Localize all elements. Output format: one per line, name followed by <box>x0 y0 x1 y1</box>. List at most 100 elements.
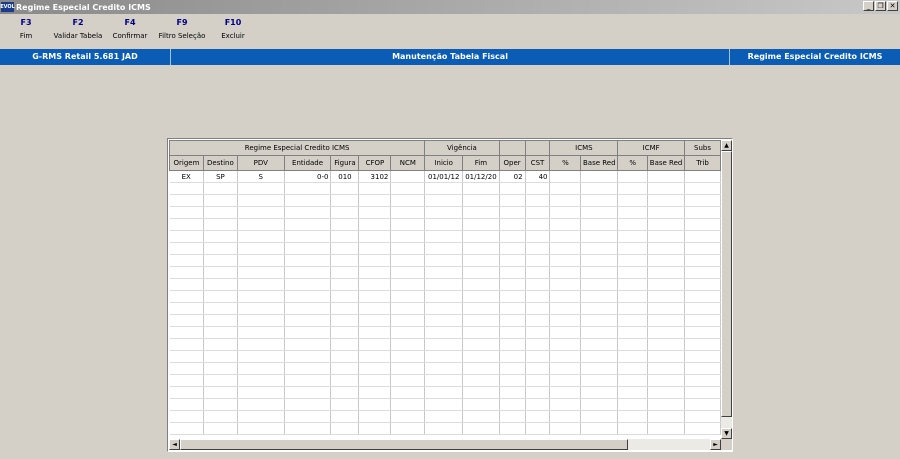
table-cell[interactable] <box>462 374 500 387</box>
horizontal-scroll-thumb[interactable] <box>180 439 628 450</box>
table-cell[interactable] <box>499 350 526 363</box>
table-cell[interactable] <box>499 278 526 291</box>
table-cell[interactable] <box>390 278 426 291</box>
table-cell[interactable] <box>169 182 204 195</box>
table-cell[interactable] <box>358 290 392 303</box>
minimize-button[interactable]: _ <box>863 1 874 11</box>
table-cell[interactable] <box>330 182 360 195</box>
table-cell[interactable] <box>390 218 426 231</box>
table-cell[interactable] <box>499 182 526 195</box>
scroll-right-icon[interactable]: ► <box>710 439 721 450</box>
table-cell[interactable] <box>549 182 582 195</box>
column-header[interactable]: CST <box>524 155 551 171</box>
table-cell[interactable] <box>203 338 238 351</box>
table-cell[interactable] <box>203 350 238 363</box>
table-cell[interactable] <box>499 266 526 279</box>
table-cell[interactable] <box>284 194 332 207</box>
table-cell[interactable] <box>237 410 285 423</box>
table-cell[interactable] <box>203 206 238 219</box>
table-cell[interactable] <box>390 338 426 351</box>
table-cell[interactable] <box>462 278 500 291</box>
table-cell[interactable] <box>169 362 204 375</box>
table-cell[interactable] <box>390 350 426 363</box>
table-row[interactable] <box>169 182 721 195</box>
table-row[interactable] <box>169 302 721 315</box>
table-cell[interactable] <box>580 398 619 411</box>
table-row[interactable] <box>169 362 721 375</box>
table-cell[interactable] <box>237 194 285 207</box>
table-cell[interactable] <box>424 338 464 351</box>
table-cell[interactable] <box>330 338 360 351</box>
table-cell[interactable] <box>525 206 551 219</box>
table-cell[interactable] <box>549 398 582 411</box>
table-cell[interactable] <box>617 350 649 363</box>
table-cell[interactable] <box>684 362 721 375</box>
scroll-left-icon[interactable]: ◄ <box>169 439 180 450</box>
table-cell[interactable] <box>284 422 332 435</box>
table-cell[interactable] <box>617 278 649 291</box>
table-cell[interactable] <box>525 338 551 351</box>
table-cell[interactable] <box>424 314 464 327</box>
table-cell[interactable] <box>647 206 686 219</box>
table-cell[interactable] <box>424 386 464 399</box>
column-header[interactable]: Trib <box>684 155 721 171</box>
table-cell[interactable] <box>525 398 551 411</box>
table-cell[interactable] <box>424 266 464 279</box>
table-cell[interactable] <box>203 242 238 255</box>
table-cell[interactable] <box>684 218 721 231</box>
table-cell[interactable] <box>237 182 285 195</box>
table-cell[interactable]: 3102 <box>358 170 392 183</box>
table-cell[interactable] <box>580 206 619 219</box>
table-cell[interactable] <box>617 326 649 339</box>
table-cell[interactable] <box>617 374 649 387</box>
table-cell[interactable] <box>169 422 204 435</box>
column-header[interactable]: % <box>617 155 649 171</box>
close-button[interactable]: ✕ <box>887 1 898 11</box>
table-cell[interactable] <box>284 314 332 327</box>
table-row[interactable] <box>169 242 721 255</box>
table-cell[interactable] <box>237 206 285 219</box>
table-cell[interactable] <box>237 374 285 387</box>
table-cell[interactable] <box>462 218 500 231</box>
table-cell[interactable] <box>424 326 464 339</box>
table-cell[interactable] <box>390 410 426 423</box>
table-cell[interactable] <box>525 266 551 279</box>
table-cell[interactable] <box>549 422 582 435</box>
column-header[interactable]: % <box>549 155 582 171</box>
table-cell[interactable] <box>169 350 204 363</box>
table-cell[interactable] <box>580 230 619 243</box>
table-cell[interactable] <box>284 254 332 267</box>
table-cell[interactable] <box>330 410 360 423</box>
table-cell[interactable] <box>203 290 238 303</box>
table-cell[interactable] <box>525 194 551 207</box>
column-header[interactable]: Figura <box>330 155 360 171</box>
table-cell[interactable] <box>499 326 526 339</box>
table-cell[interactable] <box>284 326 332 339</box>
table-cell[interactable] <box>237 386 285 399</box>
table-cell[interactable] <box>330 230 360 243</box>
table-cell[interactable] <box>237 314 285 327</box>
table-cell[interactable] <box>358 314 392 327</box>
table-cell[interactable] <box>462 302 500 315</box>
table-cell[interactable] <box>284 398 332 411</box>
table-cell[interactable] <box>330 278 360 291</box>
table-cell[interactable] <box>617 170 649 183</box>
table-cell[interactable] <box>684 242 721 255</box>
table-cell[interactable] <box>549 302 582 315</box>
table-cell[interactable] <box>617 386 649 399</box>
table-cell[interactable] <box>525 386 551 399</box>
table-cell[interactable] <box>284 410 332 423</box>
table-cell[interactable] <box>390 398 426 411</box>
table-cell[interactable] <box>203 362 238 375</box>
table-cell[interactable] <box>647 230 686 243</box>
table-cell[interactable] <box>330 254 360 267</box>
table-cell[interactable] <box>499 338 526 351</box>
table-cell[interactable] <box>330 242 360 255</box>
table-cell[interactable] <box>390 422 426 435</box>
table-cell[interactable] <box>330 422 360 435</box>
table-cell[interactable] <box>284 374 332 387</box>
table-cell[interactable] <box>525 350 551 363</box>
table-cell[interactable] <box>684 338 721 351</box>
table-cell[interactable] <box>549 206 582 219</box>
table-cell[interactable] <box>580 314 619 327</box>
